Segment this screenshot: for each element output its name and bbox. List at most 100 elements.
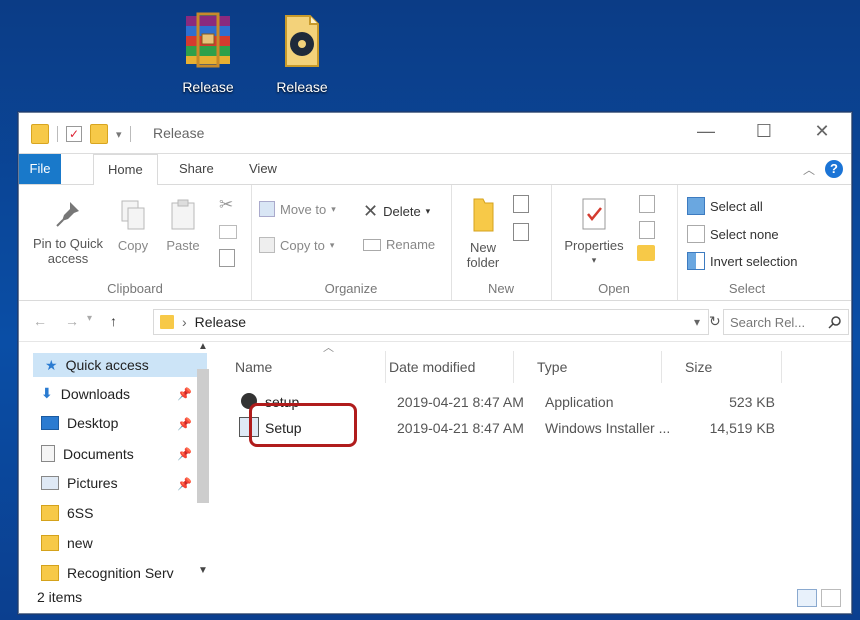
nav-label: Recognition Serv xyxy=(67,565,174,581)
copy-to-icon xyxy=(259,237,275,253)
column-header-name[interactable]: Name xyxy=(211,351,386,383)
customize-toolbar-icon[interactable]: ▾ xyxy=(116,128,122,141)
details-view-icon[interactable] xyxy=(797,589,817,607)
new-item-icon[interactable] xyxy=(513,195,529,213)
scroll-up-icon[interactable]: ▲ xyxy=(198,341,208,352)
title-bar: ✓ ▾ Release — ☐ ✕ xyxy=(19,113,851,154)
copy-button[interactable]: Copy xyxy=(113,199,153,253)
edit-icon[interactable] xyxy=(639,221,655,239)
quick-access-toolbar: ✓ ▾ xyxy=(31,124,131,144)
move-to-button[interactable]: Move to ▾ xyxy=(259,201,336,217)
rename-button[interactable]: Rename xyxy=(363,237,435,252)
scroll-down-icon[interactable]: ▼ xyxy=(198,565,208,576)
minimize-button[interactable]: — xyxy=(677,113,735,149)
close-button[interactable]: ✕ xyxy=(793,113,851,149)
nav-item-recognition[interactable]: Recognition Serv xyxy=(41,565,187,581)
search-input[interactable]: Search Rel... xyxy=(723,309,849,335)
file-type: Application xyxy=(545,394,614,410)
new-folder-label: New folder xyxy=(466,240,500,270)
search-icon xyxy=(828,316,841,329)
search-placeholder: Search Rel... xyxy=(730,314,806,330)
nav-item-pictures[interactable]: Pictures xyxy=(41,475,118,491)
select-group: Select all Select none Invert selection … xyxy=(677,185,817,300)
file-size: 523 KB xyxy=(729,394,775,410)
item-count: 2 items xyxy=(37,589,83,605)
back-icon[interactable]: ← xyxy=(33,313,47,329)
collapse-ribbon-icon[interactable]: ︿ xyxy=(803,161,815,178)
nav-item-downloads[interactable]: ⬇ Downloads xyxy=(41,385,130,402)
organize-group-label: Organize xyxy=(324,281,378,296)
nav-item-new[interactable]: new xyxy=(41,535,93,551)
desktop-icon-winrar-release[interactable]: Release xyxy=(168,10,248,95)
column-header-date[interactable]: Date modified xyxy=(389,351,514,383)
nav-item-documents[interactable]: Documents xyxy=(41,445,134,462)
tab-share[interactable]: Share xyxy=(165,154,228,184)
large-icons-view-icon[interactable] xyxy=(821,589,841,607)
new-folder-button[interactable]: New folder xyxy=(461,195,505,270)
paste-shortcut-icon[interactable] xyxy=(219,249,235,267)
status-bar: 2 items xyxy=(19,583,851,613)
properties-icon xyxy=(582,198,606,230)
select-all-button[interactable]: Select all xyxy=(687,197,763,215)
paste-button[interactable]: Paste xyxy=(161,199,205,253)
clipboard-group-label: Clipboard xyxy=(107,281,163,296)
tab-file[interactable]: File xyxy=(19,154,61,184)
pictures-icon xyxy=(41,476,59,490)
folder-icon xyxy=(41,565,59,581)
chevron-down-icon: ▾ xyxy=(591,255,597,265)
column-header-type[interactable]: Type xyxy=(537,351,662,383)
properties-label: Properties xyxy=(564,238,624,253)
folder-icon xyxy=(41,505,59,521)
invert-selection-label: Invert selection xyxy=(710,253,798,269)
properties-button[interactable]: Properties ▾ xyxy=(557,197,631,268)
invert-selection-button[interactable]: Invert selection xyxy=(687,252,797,270)
column-header-size[interactable]: Size xyxy=(685,351,782,383)
scrollbar-thumb[interactable] xyxy=(197,369,209,503)
move-to-icon xyxy=(259,201,275,217)
cut-icon[interactable]: ✂ xyxy=(219,195,233,215)
nav-item-quick-access[interactable]: ★ Quick access xyxy=(33,353,207,377)
navigation-scrollbar[interactable]: ▲ ▼ xyxy=(195,339,211,579)
easy-access-icon[interactable] xyxy=(513,223,529,241)
pin-icon[interactable]: 📌 xyxy=(177,447,192,461)
organize-group: Move to ▾ Copy to ▾ ✕ Delete ▾ Rename Organ… xyxy=(251,185,452,300)
new-group: New folder New xyxy=(451,185,552,300)
pin-icon[interactable]: 📌 xyxy=(177,387,192,401)
copy-to-button[interactable]: Copy to ▾ xyxy=(259,237,334,253)
delete-button[interactable]: ✕ Delete ▾ xyxy=(363,201,430,222)
view-toggle xyxy=(797,589,841,607)
up-icon[interactable]: ↑ xyxy=(110,313,117,329)
chevron-down-icon[interactable]: ▾ xyxy=(694,315,700,329)
clipboard-group: Pin to Quick access Copy Paste ✂ Clipboa… xyxy=(19,185,252,300)
history-icon[interactable] xyxy=(637,245,655,261)
documents-icon xyxy=(41,445,55,462)
winrar-archive-icon xyxy=(186,12,230,68)
properties-check-icon[interactable]: ✓ xyxy=(66,126,82,142)
chevron-down-icon: ▾ xyxy=(331,203,336,214)
nav-item-6ss[interactable]: 6SS xyxy=(41,505,93,521)
folder-icon xyxy=(41,535,59,551)
forward-icon[interactable]: → xyxy=(65,313,79,329)
desktop-icon-disc-release[interactable]: Release xyxy=(262,10,342,95)
maximize-button[interactable]: ☐ xyxy=(735,113,793,149)
refresh-icon[interactable]: ↻ xyxy=(709,313,721,330)
recent-locations-icon[interactable]: ▾ xyxy=(87,313,92,329)
address-bar[interactable]: › Release ▾ xyxy=(153,309,709,335)
pin-icon[interactable]: 📌 xyxy=(177,417,192,431)
nav-item-desktop[interactable]: Desktop xyxy=(41,415,118,431)
divider xyxy=(57,126,58,142)
pin-quick-access-button[interactable]: Pin to Quick access xyxy=(25,199,111,266)
nav-label: Quick access xyxy=(65,357,149,373)
open-icon[interactable] xyxy=(639,195,655,213)
new-folder-icon[interactable] xyxy=(90,124,108,144)
copy-path-icon[interactable] xyxy=(219,225,237,239)
breadcrumb[interactable]: Release xyxy=(195,314,246,330)
pin-icon[interactable]: 📌 xyxy=(177,477,192,491)
tab-view[interactable]: View xyxy=(235,154,291,184)
help-icon[interactable]: ? xyxy=(825,160,843,178)
tab-home[interactable]: Home xyxy=(93,154,158,186)
select-none-label: Select none xyxy=(710,226,779,242)
invert-selection-icon xyxy=(687,252,705,270)
select-none-button[interactable]: Select none xyxy=(687,225,779,243)
window-controls: — ☐ ✕ xyxy=(677,113,851,149)
